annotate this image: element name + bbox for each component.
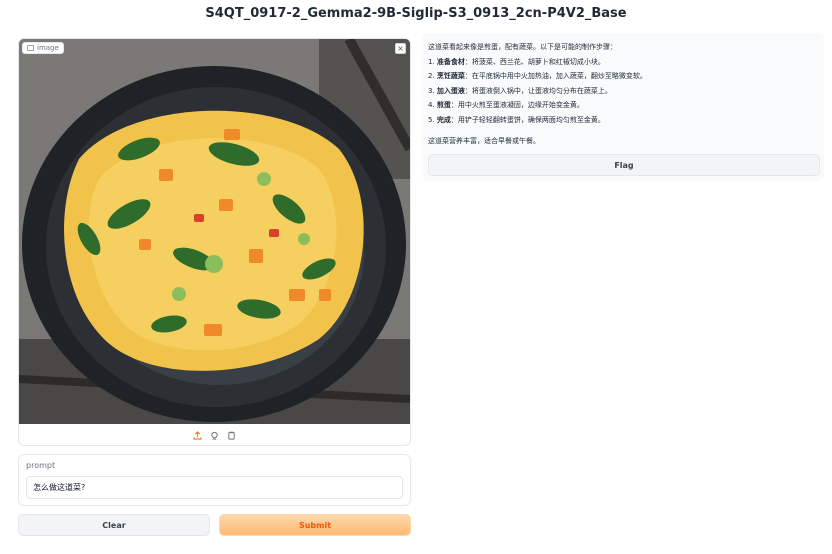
- output-step: 5. 完成：用铲子轻轻翻转蛋饼，确保两面均匀煎至金黄。: [428, 115, 605, 124]
- image-label-text: image: [37, 44, 59, 52]
- output-text: 这道菜看起来像是煎蛋，配有蔬菜。以下是可能的制作步骤： 1. 准备食材：将菠菜、…: [428, 40, 820, 148]
- image-icon: [27, 45, 34, 51]
- page-title: S4QT_0917-2_Gemma2-9B-Siglip-S3_0913_2cn…: [205, 6, 627, 21]
- upload-icon[interactable]: [192, 430, 203, 441]
- clipboard-icon[interactable]: [226, 430, 237, 441]
- omelette-photo: [19, 39, 410, 424]
- output-intro: 这道菜看起来像是煎蛋，配有蔬菜。以下是可能的制作步骤：: [428, 43, 617, 51]
- camera-icon[interactable]: [209, 430, 220, 441]
- output-outro: 这道菜营养丰富，适合早餐或午餐。: [428, 136, 540, 145]
- prompt-label: prompt: [26, 461, 56, 470]
- flag-button[interactable]: Flag: [428, 154, 820, 176]
- clear-button[interactable]: Clear: [18, 514, 210, 536]
- prompt-input[interactable]: 怎么做这道菜?: [26, 476, 403, 499]
- remove-image-button[interactable]: ×: [395, 43, 406, 54]
- output-step: 1. 准备食材：将菠菜、西兰花、胡萝卜和红椒切成小块。: [428, 57, 605, 66]
- output-step: 2. 烹饪蔬菜：在平底锅中用中火加热油，加入蔬菜，翻炒至略微变软。: [428, 72, 647, 81]
- image-field-label: image: [22, 42, 64, 54]
- submit-button[interactable]: Submit: [219, 514, 411, 536]
- output-step: 3. 加入蛋液：将蛋液倒入锅中，让蛋液均匀分布在蔬菜上。: [428, 86, 612, 95]
- image-input-panel[interactable]: image ×: [18, 38, 411, 446]
- prompt-panel: prompt 怎么做这道菜?: [18, 454, 411, 506]
- output-step: 4. 煎蛋：用中火煎至蛋液凝固，边缘开始变金黄。: [428, 101, 584, 110]
- image-toolbar: [19, 426, 410, 444]
